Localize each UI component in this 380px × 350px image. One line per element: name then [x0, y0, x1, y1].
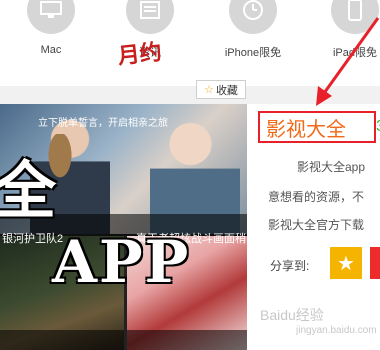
app-desc-line: 影视大全官方下载: [268, 218, 365, 232]
app-title-tail: 3: [376, 118, 380, 136]
poster-caption-top: 立下脱单誓言，开启相亲之旅: [38, 118, 168, 129]
newspaper-icon: [126, 0, 174, 34]
poster-caption-bar: [127, 330, 247, 350]
favorite-label: 收藏: [215, 84, 238, 97]
section-divider: [0, 86, 380, 104]
nav-item-ipad-free[interactable]: iPad限免: [320, 0, 380, 60]
share-weibo-button[interactable]: [370, 247, 380, 279]
app-desc-line: 影视大全app: [297, 160, 366, 174]
share-label: 分享到:: [270, 259, 310, 273]
clock-icon: [229, 0, 277, 34]
favorite-button[interactable]: ☆ 收藏: [196, 80, 246, 99]
app-title-highlight: 影视大全: [258, 111, 376, 143]
nav-label: iPhone限免: [224, 47, 282, 59]
poster-movie-title: 月约: [116, 39, 164, 70]
app-title: 影视大全: [266, 118, 346, 141]
poster-overlay-app: APP: [52, 228, 191, 296]
watermark-url: jingyan.baidu.com: [296, 325, 377, 336]
share-favorite-button[interactable]: ★: [330, 247, 362, 279]
nav-label: iPad限免: [332, 47, 378, 59]
phone-icon: [331, 0, 379, 34]
star-icon: ☆: [204, 84, 214, 96]
app-desc-line: 意想看的资源，不: [268, 190, 365, 204]
nav-item-mac[interactable]: Mac: [16, 0, 86, 56]
top-nav: Mac 资讯 iPhone限免 iPad限免: [0, 0, 380, 86]
monitor-icon: [27, 0, 75, 34]
watermark-logo: Baidu经验: [260, 307, 324, 323]
poster-caption-bar: [0, 330, 124, 350]
nav-label: Mac: [40, 44, 62, 56]
nav-item-iphone-free[interactable]: iPhone限免: [218, 0, 288, 60]
star-icon: ★: [337, 252, 355, 275]
poster-overlay-char: 全: [0, 154, 57, 227]
